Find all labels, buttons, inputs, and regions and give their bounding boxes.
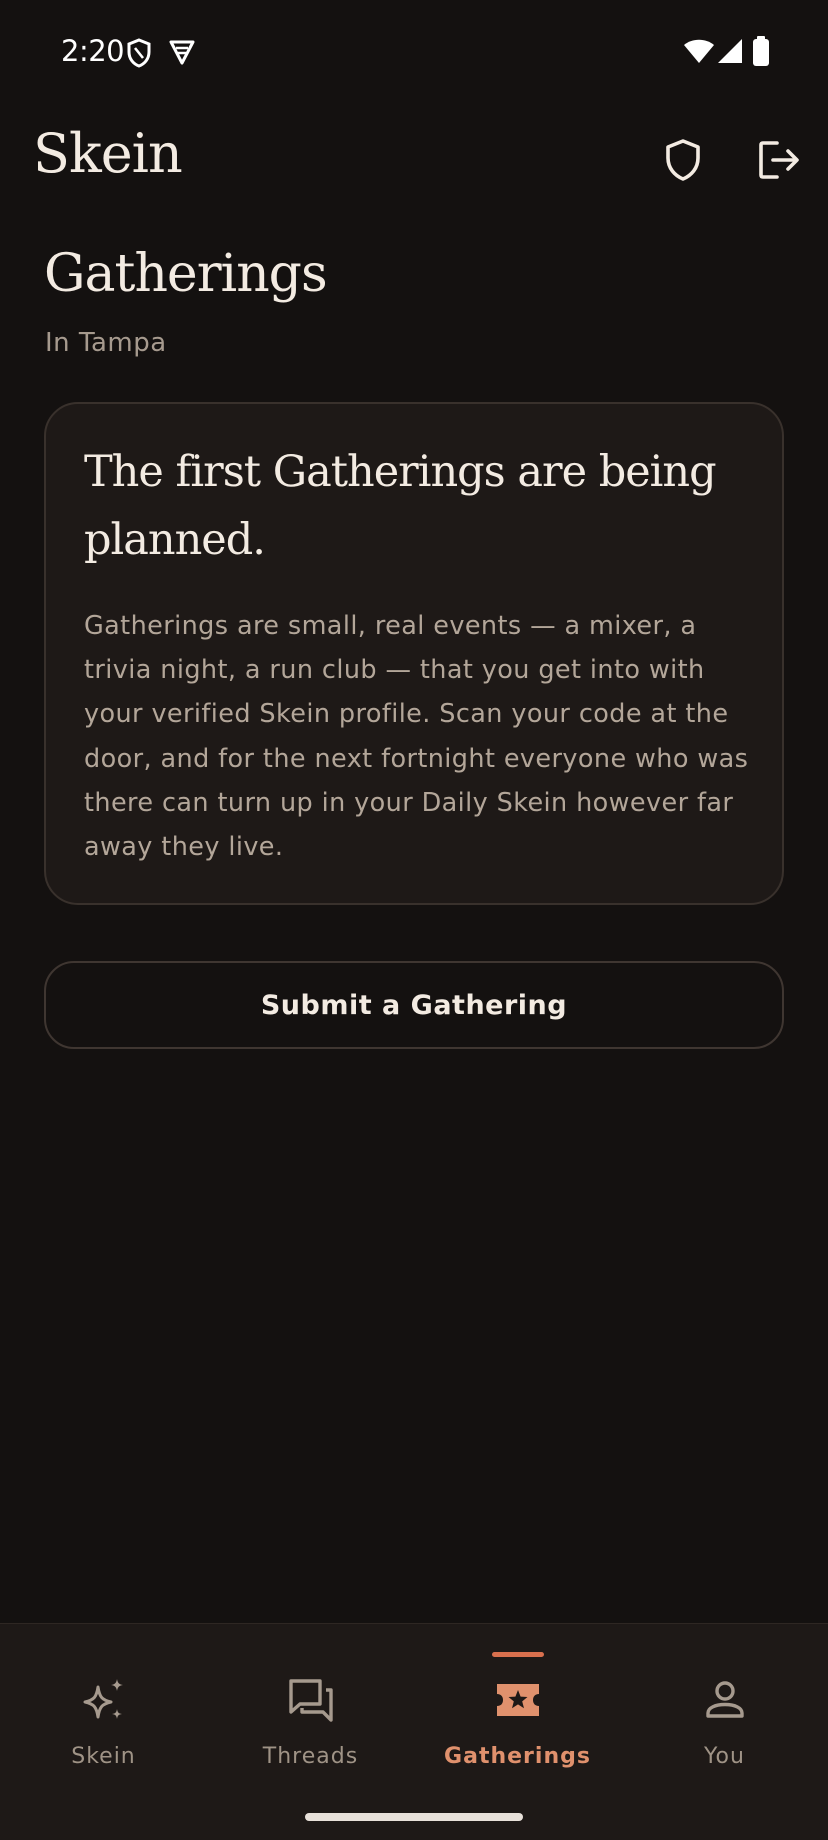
nav-item-you[interactable]: You: [621, 1624, 828, 1784]
shield-icon: [663, 138, 703, 186]
chat-bubbles-icon: [283, 1672, 339, 1728]
sparkles-icon: [76, 1672, 132, 1728]
bottom-navigation: Skein Threads Gatherings You: [0, 1623, 828, 1840]
vpn-shield-status-icon: [126, 38, 152, 72]
home-indicator[interactable]: [305, 1813, 523, 1821]
page-title: Gatherings: [44, 244, 328, 304]
nav-item-skein[interactable]: Skein: [0, 1624, 207, 1784]
nav-label-gatherings: Gatherings: [444, 1744, 591, 1769]
location-subtitle: In Tampa: [45, 328, 167, 358]
gatherings-info-card: The first Gatherings are being planned. …: [44, 402, 784, 905]
logout-icon: [757, 139, 801, 185]
submit-gathering-button[interactable]: Submit a Gathering: [44, 961, 784, 1049]
status-time: 2:20: [61, 34, 125, 68]
app-title: Skein: [33, 122, 183, 185]
card-heading: The first Gatherings are being planned.: [84, 447, 717, 565]
gatherings-screen: 2:20 Skein Gatherings In Tampa The first…: [0, 0, 828, 1840]
logout-button[interactable]: [753, 136, 805, 188]
brand-status-icon: [168, 38, 196, 70]
nav-item-gatherings[interactable]: Gatherings: [414, 1624, 621, 1784]
battery-icon: [752, 36, 770, 70]
person-icon: [697, 1672, 753, 1728]
nav-label-threads: Threads: [262, 1744, 359, 1769]
nav-item-threads[interactable]: Threads: [207, 1624, 414, 1784]
card-body-text: Gatherings are small, real events — a mi…: [84, 611, 749, 863]
status-bar: 2:20: [0, 0, 828, 104]
ticket-star-icon: [490, 1672, 546, 1728]
safety-shield-button[interactable]: [657, 136, 709, 188]
wifi-icon: [683, 38, 715, 68]
signal-icon: [717, 38, 743, 68]
nav-label-skein: Skein: [71, 1744, 136, 1769]
nav-label-you: You: [704, 1744, 745, 1769]
active-tab-indicator: [491, 1652, 544, 1657]
